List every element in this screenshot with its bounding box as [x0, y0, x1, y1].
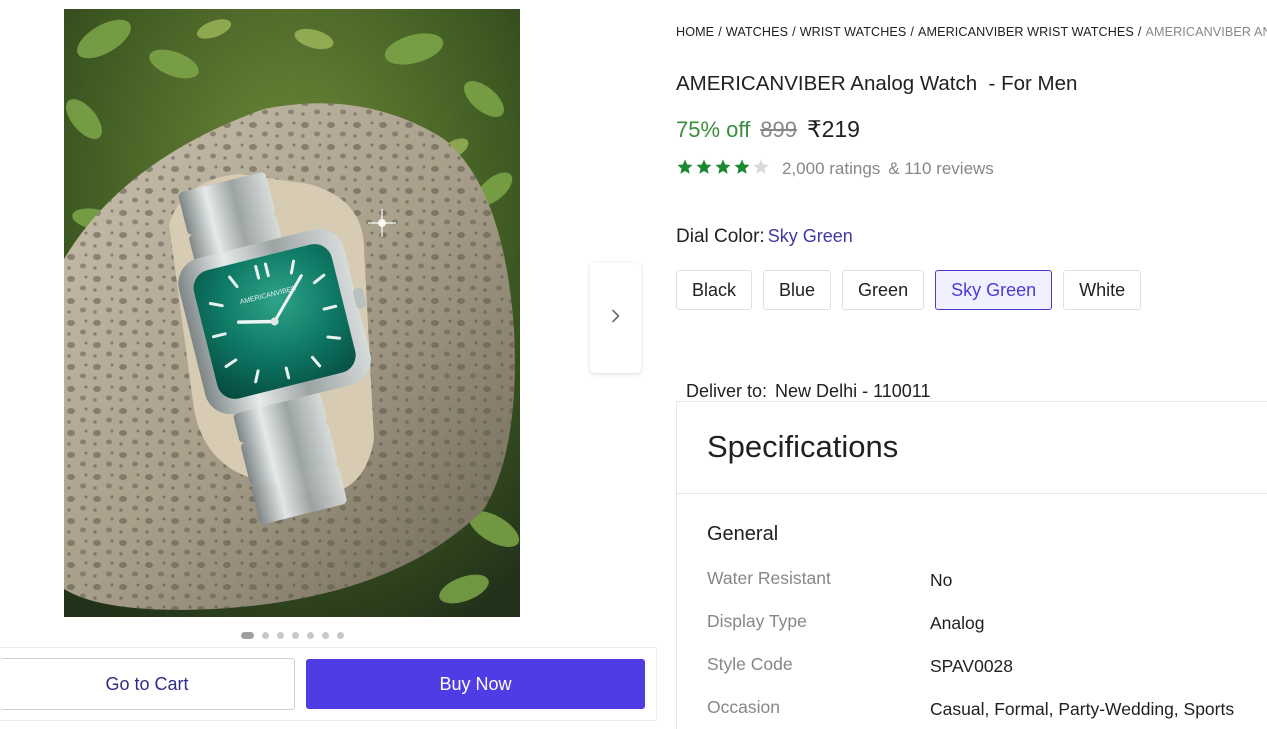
spec-key: Style Code: [707, 654, 793, 674]
rating-stars: [676, 158, 770, 181]
spec-row: Occasion Casual, Formal, Party-Wedding, …: [707, 697, 1267, 719]
star-icon: [733, 158, 751, 181]
dial-color-option-sky-green[interactable]: Sky Green: [935, 270, 1053, 310]
breadcrumb-wrist-watches[interactable]: WRIST WATCHES: [800, 25, 907, 39]
spec-key: Occasion: [707, 697, 780, 717]
rating-row[interactable]: 2,000 ratings & 110 reviews: [676, 158, 994, 180]
carousel-dot[interactable]: [322, 631, 329, 639]
spec-value: SPAV0028: [930, 656, 1014, 676]
dial-color-option-white[interactable]: White: [1063, 270, 1142, 310]
carousel-dot[interactable]: [337, 631, 344, 639]
breadcrumb-current: AMERICANVIBER ANALOG WATCH - FOR MEN: [1145, 25, 1267, 39]
delivery-location[interactable]: New Delhi - 110011: [775, 381, 930, 401]
deliver-to-label: Deliver to:: [686, 381, 768, 401]
carousel-dot[interactable]: [241, 631, 254, 639]
ratings-count: 2,000 ratings: [782, 159, 881, 178]
dial-color-selected: Sky Green: [767, 226, 853, 246]
chevron-right-icon: [611, 309, 621, 328]
breadcrumb-watches[interactable]: WATCHES: [726, 25, 788, 39]
reviews-count: & 110 reviews: [888, 159, 994, 178]
carousel-dot[interactable]: [262, 631, 269, 639]
dial-color-option-green[interactable]: Green: [842, 270, 925, 310]
spec-value: No: [930, 570, 953, 590]
go-to-cart-button[interactable]: Go to Cart: [0, 658, 295, 710]
star-icon: [752, 158, 770, 181]
spec-key: Display Type: [707, 611, 807, 631]
dial-color-row: Dial Color: Sky Green: [676, 226, 853, 248]
carousel-dot[interactable]: [307, 631, 314, 639]
spec-row: Water Resistant No: [707, 568, 1267, 590]
star-icon: [676, 158, 694, 181]
spec-group-title: General: [707, 523, 779, 545]
product-title: AMERICANVIBER Analog Watch - For Men: [676, 72, 1078, 95]
carousel-dot[interactable]: [292, 631, 299, 639]
delivery-row: Deliver to: New Delhi - 110011: [676, 360, 930, 402]
spec-row: Style Code SPAV0028: [707, 654, 1267, 676]
selling-price: ₹219: [806, 116, 860, 142]
watch-photo: AMERICANVIBER: [64, 9, 520, 617]
spec-value: Casual, Formal, Party-Wedding, Sports: [930, 699, 1235, 719]
specifications-panel: Specifications General Water Resistant N…: [676, 401, 1267, 729]
next-image-button[interactable]: [590, 263, 641, 373]
dial-color-options: Black Blue Green Sky Green White: [676, 270, 1142, 310]
product-image[interactable]: AMERICANVIBER: [64, 9, 520, 617]
carousel-dot[interactable]: [277, 631, 284, 639]
discount-percent: 75% off: [676, 117, 751, 142]
price-row: 75% off 899 ₹219: [676, 116, 860, 143]
spec-row: Display Type Analog: [707, 611, 1267, 633]
original-price: 899: [760, 117, 797, 142]
action-bar: Go to Cart Buy Now: [0, 647, 657, 721]
breadcrumb-brand-wrist-watches[interactable]: AMERICANVIBER WRIST WATCHES: [918, 25, 1134, 39]
breadcrumb: HOME / WATCHES / WRIST WATCHES / AMERICANVIBER…: [676, 25, 1267, 39]
dial-color-option-black[interactable]: Black: [676, 270, 753, 310]
dial-color-option-blue[interactable]: Blue: [763, 270, 832, 310]
spec-value: Analog: [930, 613, 985, 633]
buy-now-button[interactable]: Buy Now: [306, 659, 645, 709]
breadcrumb-home[interactable]: HOME: [676, 25, 714, 39]
star-icon: [714, 158, 732, 181]
dial-color-label: Dial Color:: [676, 226, 765, 247]
image-carousel-dots: [241, 631, 344, 639]
spec-key: Water Resistant: [707, 568, 831, 588]
specifications-header: Specifications: [677, 402, 1267, 494]
star-icon: [695, 158, 713, 181]
specifications-title: Specifications: [707, 429, 899, 464]
